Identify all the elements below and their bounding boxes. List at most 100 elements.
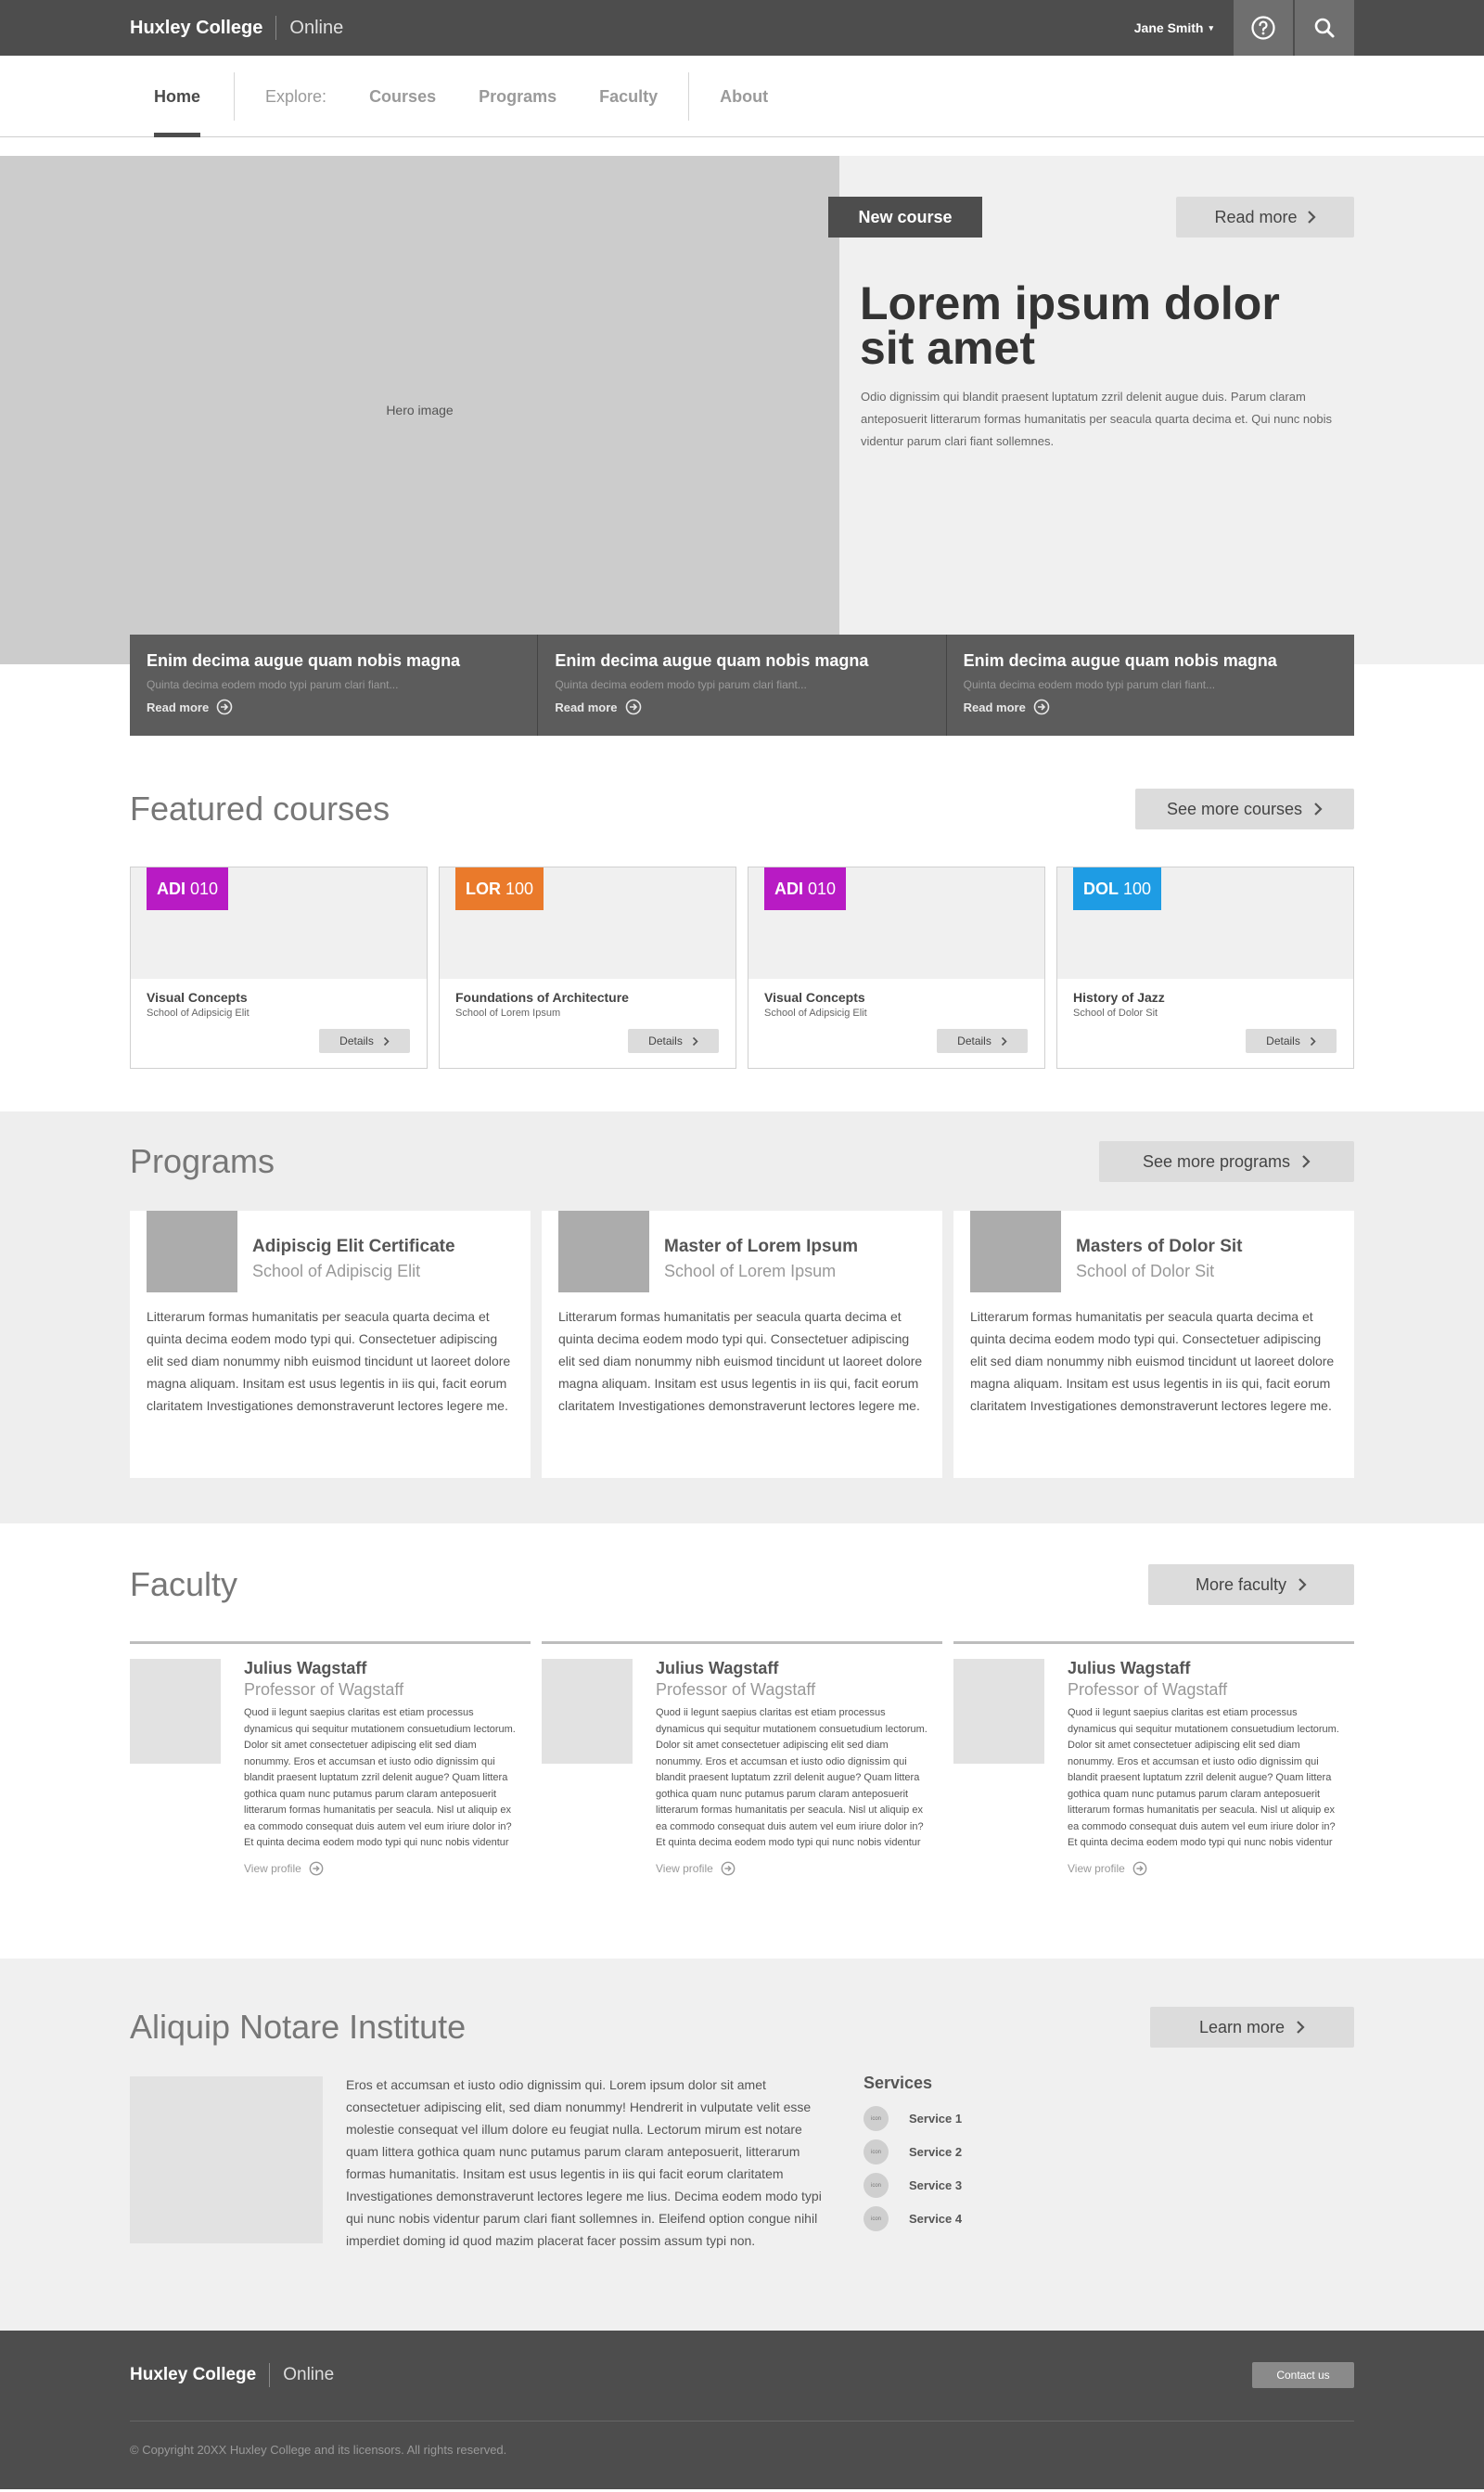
course-card[interactable]: ADI 010 Visual Concepts School of Adipsic… — [748, 867, 1045, 1069]
service-icon: icon — [864, 2173, 889, 2198]
course-code-badge: DOL 100 — [1073, 867, 1162, 910]
course-card[interactable]: ADI 010 Visual Concepts School of Adipsic… — [130, 867, 428, 1069]
view-profile-link[interactable]: View profile — [656, 1861, 934, 1876]
see-more-programs-label: See more programs — [1142, 1151, 1291, 1171]
course-details-button[interactable]: Details — [319, 1029, 410, 1053]
footer-brand-subtitle: Online — [283, 2365, 335, 2384]
nav-divider — [234, 72, 236, 121]
course-code-badge: ADI 010 — [764, 867, 847, 910]
view-profile-label: View profile — [1068, 1861, 1125, 1875]
faculty-card: Julius Wagstaff Professor of Wagstaff Qu… — [953, 1641, 1354, 1876]
service-icon: icon — [864, 2206, 889, 2231]
arrow-circle-right-icon — [625, 699, 641, 715]
caret-down-icon: ▾ — [1209, 22, 1213, 32]
course-details-button[interactable]: Details — [937, 1029, 1028, 1053]
details-label: Details — [339, 1034, 374, 1047]
hero-card[interactable]: Enim decima augue quam nobis magna Quint… — [946, 635, 1354, 736]
see-more-courses-button[interactable]: See more courses — [1135, 789, 1354, 829]
chevron-right-icon — [1302, 1155, 1311, 1168]
hero-card-link-label: Read more — [963, 700, 1026, 714]
main-nav: Home Explore: Courses Programs Faculty A… — [0, 56, 1484, 137]
brand[interactable]: Huxley College Online — [130, 16, 343, 40]
search-icon — [1314, 18, 1335, 38]
hero-card-read-more[interactable]: Read more — [964, 699, 1337, 715]
featured-courses-title: Featured courses — [130, 790, 390, 828]
learn-more-button[interactable]: Learn more — [1150, 2007, 1354, 2048]
hero-read-more-label: Read more — [1214, 207, 1298, 226]
programs-title: Programs — [130, 1142, 275, 1180]
top-bar: Huxley College Online Jane Smith ▾ — [0, 0, 1484, 56]
user-menu[interactable]: Jane Smith ▾ — [1134, 20, 1213, 35]
contact-us-button[interactable]: Contact us — [1252, 2362, 1354, 2388]
services-list: Services icon Service 1 icon Service 2 i… — [864, 2074, 962, 2252]
nav-about[interactable]: About — [698, 56, 789, 137]
program-description: Litterarum formas humanitatis per seacul… — [147, 1309, 511, 1413]
course-code-badge: LOR 100 — [455, 867, 544, 910]
arrow-circle-right-icon — [309, 1861, 324, 1875]
arrow-circle-right-icon — [216, 699, 233, 715]
course-details-button[interactable]: Details — [628, 1029, 719, 1053]
arrow-circle-right-icon — [1033, 699, 1050, 715]
brand-name: Huxley College — [130, 17, 263, 38]
course-card[interactable]: LOR 100 Foundations of Architecture Schoo… — [439, 867, 736, 1069]
program-school: School of Adipiscig Elit — [252, 1262, 421, 1280]
view-profile-link[interactable]: View profile — [244, 1861, 522, 1876]
course-school: School of Adipsicig Elit — [764, 1008, 867, 1019]
more-faculty-button[interactable]: More faculty — [1148, 1564, 1354, 1605]
program-card[interactable]: Adipiscig Elit Certificate School of Adi… — [130, 1211, 531, 1478]
service-icon: icon — [864, 2139, 889, 2164]
hero-card-read-more[interactable]: Read more — [555, 699, 928, 715]
hero-card-read-more[interactable]: Read more — [147, 699, 520, 715]
nav-divider — [688, 72, 690, 121]
help-button[interactable] — [1234, 0, 1293, 56]
hero-card-subtitle: Quinta decima eodem modo typi parum clar… — [963, 678, 1216, 691]
course-name: History of Jazz — [1073, 990, 1165, 1005]
service-item[interactable]: icon Service 3 — [864, 2173, 962, 2198]
faculty-section: Faculty More faculty Julius Wagstaff Pro… — [0, 1523, 1484, 1959]
course-card[interactable]: DOL 100 History of Jazz School of Dolor S… — [1056, 867, 1354, 1069]
course-dept: ADI — [157, 879, 186, 898]
course-image: DOL 100 — [1057, 867, 1353, 979]
program-description: Litterarum formas humanitatis per seacul… — [970, 1309, 1335, 1413]
institute-description: Eros et accumsan et iusto odio dignissim… — [346, 2077, 822, 2248]
course-dept: ADI — [774, 879, 803, 898]
brand-divider — [269, 2363, 271, 2387]
course-details-button[interactable]: Details — [1246, 1029, 1337, 1053]
program-card[interactable]: Master of Lorem Ipsum School of Lorem Ip… — [542, 1211, 942, 1478]
service-label: Service 3 — [909, 2178, 963, 2192]
arrow-circle-right-icon — [721, 1861, 736, 1875]
nav-programs[interactable]: Programs — [457, 56, 578, 137]
service-label: Service 4 — [909, 2212, 963, 2226]
view-profile-link[interactable]: View profile — [1068, 1861, 1346, 1876]
footer-brand[interactable]: Huxley College Online — [130, 2363, 334, 2387]
program-school: School of Dolor Sit — [1076, 1262, 1215, 1280]
search-button[interactable] — [1295, 0, 1354, 56]
program-name: Master of Lorem Ipsum — [664, 1237, 859, 1256]
hero-card-title: Enim decima augue quam nobis magna — [147, 651, 461, 670]
hero-card[interactable]: Enim decima augue quam nobis magna Quint… — [130, 635, 539, 736]
copyright: © Copyright 20XX Huxley College and its … — [130, 2443, 507, 2457]
course-image: ADI 010 — [748, 867, 1044, 979]
details-label: Details — [1266, 1034, 1300, 1047]
nav-courses[interactable]: Courses — [348, 56, 457, 137]
faculty-name: Julius Wagstaff — [244, 1659, 367, 1677]
chevron-right-icon — [1298, 1578, 1307, 1591]
service-item[interactable]: icon Service 4 — [864, 2206, 962, 2231]
program-description: Litterarum formas humanitatis per seacul… — [558, 1309, 923, 1413]
faculty-list: Julius Wagstaff Professor of Wagstaff Qu… — [130, 1641, 1354, 1876]
brand-subtitle: Online — [289, 17, 344, 38]
help-circle-icon — [1251, 16, 1275, 40]
details-label: Details — [648, 1034, 683, 1047]
program-name: Masters of Dolor Sit — [1076, 1237, 1243, 1256]
service-item[interactable]: icon Service 2 — [864, 2139, 962, 2164]
nav-faculty[interactable]: Faculty — [578, 56, 679, 137]
hero-read-more-button[interactable]: Read more — [1176, 197, 1354, 238]
hero-card-subtitle: Quinta decima eodem modo typi parum clar… — [147, 678, 399, 691]
program-card[interactable]: Masters of Dolor Sit School of Dolor Sit… — [953, 1211, 1354, 1478]
hero-card[interactable]: Enim decima augue quam nobis magna Quint… — [538, 635, 947, 736]
service-item[interactable]: icon Service 1 — [864, 2106, 962, 2131]
nav-home[interactable]: Home — [130, 56, 224, 137]
brand-divider — [275, 16, 277, 40]
service-icon: icon — [864, 2106, 889, 2131]
see-more-programs-button[interactable]: See more programs — [1099, 1141, 1354, 1182]
